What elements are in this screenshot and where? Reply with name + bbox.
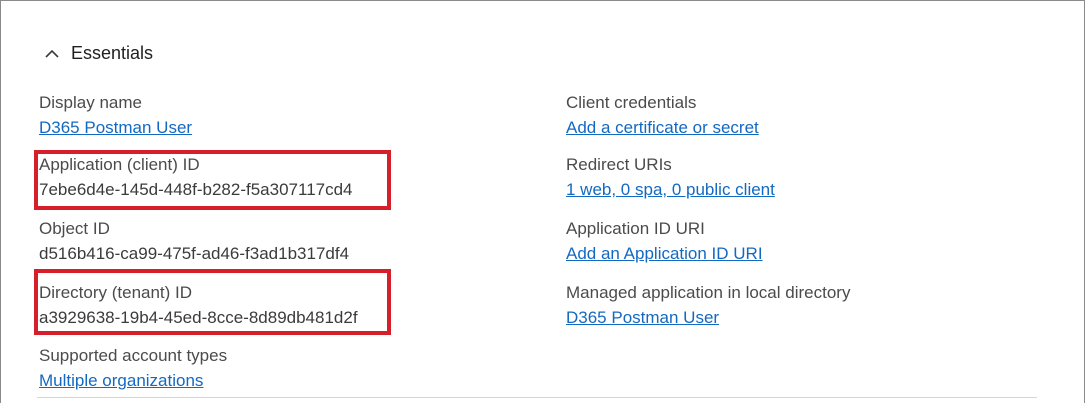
client-credentials-field: Client credentials Add a certificate or …: [566, 92, 759, 139]
chevron-up-icon: [45, 49, 59, 58]
display-name-field: Display name D365 Postman User: [39, 92, 192, 139]
application-client-id-label: Application (client) ID: [39, 155, 200, 174]
object-id-value: d516b416-ca99-475f-ad46-f3ad1b317df4: [39, 244, 350, 263]
application-id-uri-link[interactable]: Add an Application ID URI: [566, 243, 763, 265]
client-credentials-link[interactable]: Add a certificate or secret: [566, 117, 759, 139]
object-id-label: Object ID: [39, 219, 110, 238]
display-name-link[interactable]: D365 Postman User: [39, 117, 192, 139]
managed-application-link[interactable]: D365 Postman User: [566, 307, 719, 329]
display-name-label: Display name: [39, 93, 142, 112]
redirect-uris-link[interactable]: 1 web, 0 spa, 0 public client: [566, 179, 775, 201]
application-id-uri-label: Application ID URI: [566, 219, 705, 238]
managed-application-label: Managed application in local directory: [566, 283, 851, 302]
application-id-uri-field: Application ID URI Add an Application ID…: [566, 218, 763, 265]
directory-tenant-id-value: a3929638-19b4-45ed-8cce-8d89db481d2f: [39, 308, 358, 327]
bottom-divider: [37, 397, 1037, 398]
essentials-title: Essentials: [71, 43, 154, 63]
directory-tenant-id-label: Directory (tenant) ID: [39, 283, 193, 302]
essentials-panel: Essentials Display name D365 Postman Use…: [0, 0, 1085, 403]
supported-account-types-link[interactable]: Multiple organizations: [39, 370, 203, 392]
managed-application-field: Managed application in local directory D…: [566, 282, 850, 329]
redirect-uris-label: Redirect URIs: [566, 155, 672, 174]
object-id-field: Object ID d516b416-ca99-475f-ad46-f3ad1b…: [39, 218, 349, 265]
application-client-id-field: Application (client) ID 7ebe6d4e-145d-44…: [39, 154, 353, 201]
directory-tenant-id-field: Directory (tenant) ID a3929638-19b4-45ed…: [39, 282, 358, 329]
application-client-id-value: 7ebe6d4e-145d-448f-b282-f5a307117cd4: [39, 180, 353, 199]
redirect-uris-field: Redirect URIs 1 web, 0 spa, 0 public cli…: [566, 154, 775, 201]
essentials-toggle[interactable]: Essentials: [43, 43, 153, 64]
supported-account-types-field: Supported account types Multiple organiz…: [39, 345, 227, 392]
supported-account-types-label: Supported account types: [39, 346, 228, 365]
client-credentials-label: Client credentials: [566, 93, 697, 112]
